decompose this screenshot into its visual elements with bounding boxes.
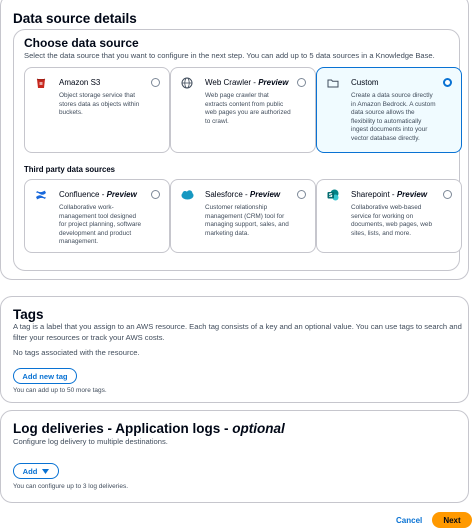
card-custom[interactable]: Custom Create a data source directly in …: [316, 67, 462, 153]
card-label: Web Crawler - Preview: [205, 78, 289, 87]
radio-confluence[interactable]: [151, 190, 160, 199]
card-salesforce[interactable]: Salesforce - Preview Customer relationsh…: [170, 179, 316, 253]
globe-icon: [181, 76, 193, 89]
radio-custom[interactable]: [443, 78, 452, 87]
card-label: Custom: [351, 78, 379, 87]
tags-empty-text: No tags associated with the resource.: [13, 348, 140, 357]
card-description: Object storage service that stores data …: [59, 92, 140, 117]
tags-description: A tag is a label that you assign to an A…: [13, 322, 462, 342]
card-description: Collaborative work-management tool desig…: [59, 204, 142, 246]
radio-sharepoint[interactable]: [443, 190, 452, 199]
card-label: Confluence - Preview: [59, 190, 137, 199]
section-title-log-deliveries: Log deliveries - Application logs - opti…: [13, 421, 285, 436]
log-deliveries-panel: Log deliveries - Application logs - opti…: [0, 410, 469, 503]
confluence-icon: [35, 188, 47, 200]
section-title-tags: Tags: [13, 307, 44, 322]
third-party-title: Third party data sources: [24, 165, 115, 174]
s3-icon: [35, 76, 47, 88]
sharepoint-icon: S: [327, 188, 339, 201]
log-deliveries-description: Configure log delivery to multiple desti…: [13, 437, 168, 446]
choose-data-source-container: Choose data source Select the data sourc…: [13, 29, 462, 271]
add-label: Add: [22, 466, 38, 476]
radio-web-crawler[interactable]: [297, 78, 306, 87]
add-log-delivery-button[interactable]: Add: [13, 463, 59, 479]
next-button[interactable]: Next: [432, 512, 472, 528]
card-amazon-s3[interactable]: Amazon S3 Object storage service that st…: [24, 67, 170, 153]
card-description: Collaborative web-based service for work…: [351, 204, 432, 237]
radio-amazon-s3[interactable]: [151, 78, 160, 87]
tags-panel: Tags A tag is a label that you assign to…: [0, 296, 469, 403]
card-web-crawler[interactable]: Web Crawler - Preview Web page crawler t…: [170, 67, 316, 153]
card-label: Amazon S3: [59, 78, 101, 87]
card-sharepoint[interactable]: S Sharepoint - Preview Collaborative web…: [316, 179, 462, 253]
card-label: Salesforce - Preview: [205, 190, 281, 199]
radio-salesforce[interactable]: [297, 190, 306, 199]
add-new-tag-button[interactable]: Add new tag: [13, 368, 77, 384]
cancel-button[interactable]: Cancel: [396, 516, 422, 525]
choose-data-source-title: Choose data source: [24, 36, 139, 50]
svg-text:S: S: [329, 193, 333, 199]
card-label: Sharepoint - Preview: [351, 190, 428, 199]
card-description: Web page crawler that extracts content f…: [205, 92, 291, 125]
card-description: Create a data source directly in Amazon …: [351, 92, 436, 142]
data-source-details-panel: Data source details Choose data source S…: [0, 0, 469, 280]
log-deliveries-hint: You can configure up to 3 log deliveries…: [13, 483, 129, 490]
card-description: Customer relationship management (CRM) t…: [205, 204, 289, 237]
folder-icon: [327, 76, 339, 88]
card-confluence[interactable]: Confluence - Preview Collaborative work-…: [24, 179, 170, 253]
choose-data-source-description: Select the data source that you want to …: [24, 51, 435, 60]
salesforce-icon: [181, 188, 194, 200]
section-title-data-source-details: Data source details: [13, 11, 137, 26]
caret-down-icon: [42, 467, 50, 476]
tags-hint: You can add up to 50 more tags.: [13, 387, 107, 394]
